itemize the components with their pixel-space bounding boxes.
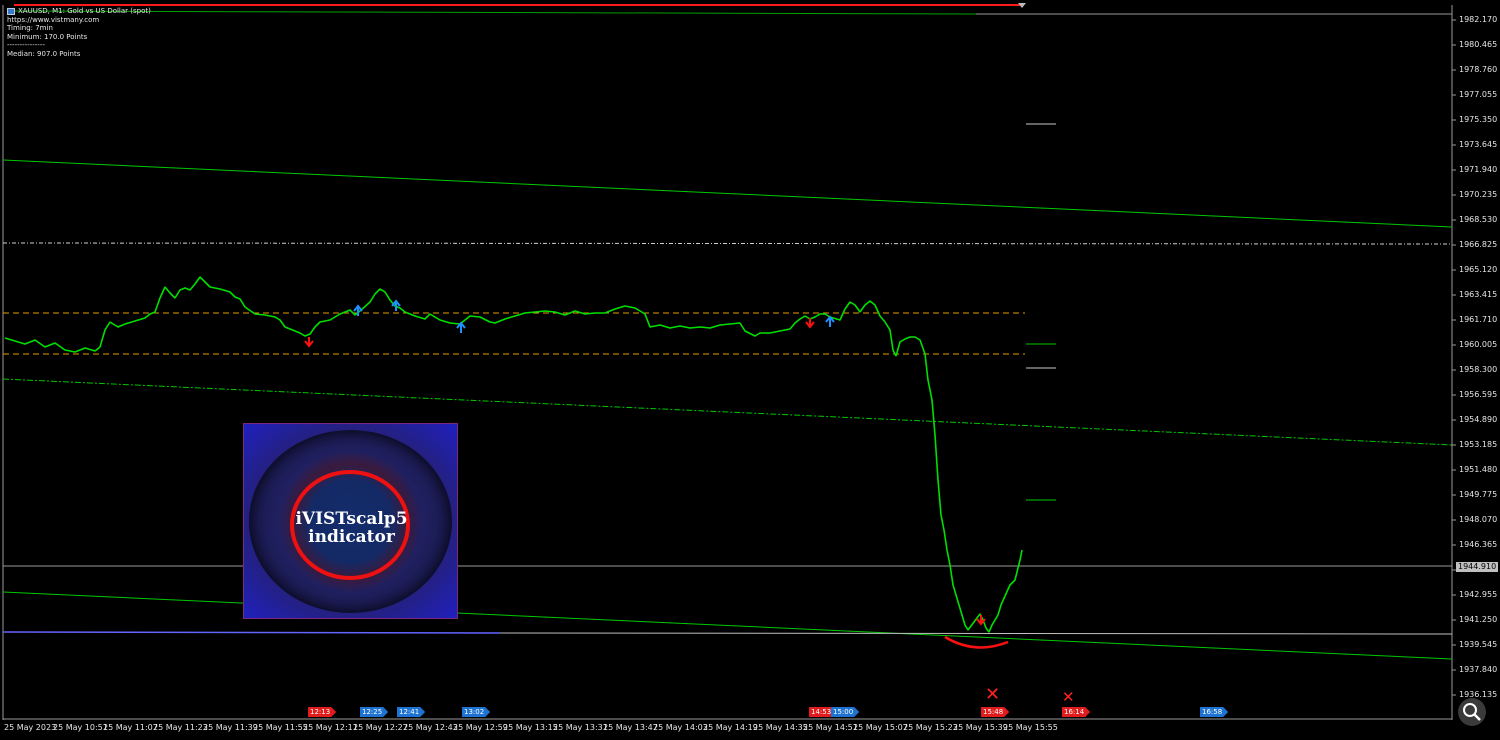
price-label: 1975.350 [1459, 115, 1498, 124]
price-label: 1961.710 [1459, 315, 1498, 324]
price-label: 1963.415 [1459, 290, 1498, 299]
time-label: 25 May 15:23 [903, 723, 958, 732]
price-label: 1970.235 [1459, 190, 1498, 199]
info-line: Median: 907.0 Points [7, 49, 81, 58]
info-line: https://www.vistmany.com [7, 15, 100, 24]
time-label: 25 May 11:55 [253, 723, 308, 732]
price-label: 1971.940 [1459, 165, 1498, 174]
price-label: 1980.465 [1459, 40, 1498, 49]
time-label: 25 May 12:27 [353, 723, 408, 732]
price-label: 1946.365 [1459, 540, 1498, 549]
price-series [4, 276, 1023, 633]
time-label: 25 May 11:23 [153, 723, 208, 732]
price-label: 1948.070 [1459, 515, 1498, 524]
zoom-button[interactable] [1458, 698, 1486, 726]
time-label: 25 May 14:03 [653, 723, 708, 732]
time-marker-buy[interactable]: 15:00 [831, 707, 859, 717]
sell-arrow [805, 318, 815, 329]
price-label: 1960.005 [1459, 340, 1498, 349]
price-label: 1949.775 [1459, 490, 1498, 499]
time-label: 25 May 10:51 [53, 723, 108, 732]
price-label: 1958.300 [1459, 365, 1498, 374]
time-marker-buy[interactable]: 12:41 [397, 707, 425, 717]
time-marker-sell[interactable]: 15:48 [981, 707, 1009, 717]
time-label: 25 May 15:55 [1003, 723, 1058, 732]
time-label: 25 May 2023 [4, 723, 57, 732]
chart-title: XAUUSD, M1: Gold vs US Dollar (spot) [18, 7, 151, 15]
info-line: Minimum: 170.0 Points [7, 32, 88, 41]
price-label: 1951.480 [1459, 465, 1498, 474]
sell-arrow [304, 337, 314, 348]
price-label: 1968.530 [1459, 215, 1498, 224]
price-label: 1965.120 [1459, 265, 1498, 274]
time-marker-sell[interactable]: 16:14 [1062, 707, 1090, 717]
time-label: 25 May 14:19 [703, 723, 758, 732]
price-label: 1954.890 [1459, 415, 1498, 424]
price-label: 1939.545 [1459, 640, 1498, 649]
time-marker-buy[interactable]: 16:58 [1200, 707, 1228, 717]
price-label: 1977.055 [1459, 90, 1498, 99]
price-label: 1941.250 [1459, 615, 1498, 624]
time-marker-buy[interactable]: 12:25 [360, 707, 388, 717]
price-axis-ticks [1452, 19, 1456, 696]
time-label: 25 May 12:59 [453, 723, 508, 732]
indicator-logo: iVISTscalp5 indicator [243, 423, 458, 619]
channel-upper [2, 159, 1453, 228]
time-label: 25 May 15:39 [953, 723, 1008, 732]
chart-window[interactable]: XAUUSD, M1: Gold vs US Dollar (spot) htt… [0, 0, 1500, 740]
time-label: 25 May 13:15 [503, 723, 558, 732]
channel-lower [2, 591, 1453, 660]
blue-support-line [2, 631, 501, 634]
time-label: 25 May 15:07 [853, 723, 908, 732]
top-green-line [13, 10, 977, 15]
price-label: 1937.840 [1459, 665, 1498, 674]
indicator-info: XAUUSD, M1: Gold vs US Dollar (spot) htt… [7, 7, 151, 58]
time-marker-sell[interactable]: 12:13 [308, 707, 336, 717]
time-label: 25 May 11:07 [103, 723, 158, 732]
gray-support-line [499, 632, 1453, 635]
time-label: 25 May 14:51 [803, 723, 858, 732]
channel-middle [2, 378, 1453, 446]
price-label: 1978.760 [1459, 65, 1498, 74]
x-mark-icon: ✕ [985, 684, 1001, 705]
time-label: 25 May 11:39 [203, 723, 258, 732]
price-plot[interactable] [0, 0, 1500, 740]
logo-subtitle: indicator [308, 527, 395, 547]
info-line: Timing: 7min [7, 24, 53, 32]
price-label: 1942.955 [1459, 590, 1498, 599]
magnifier-icon [1463, 703, 1481, 721]
price-label: 1982.170 [1459, 15, 1498, 24]
time-label: 25 May 12:43 [403, 723, 458, 732]
time-label: 25 May 13:47 [603, 723, 658, 732]
price-label: 1953.185 [1459, 440, 1498, 449]
price-label: 1973.645 [1459, 140, 1498, 149]
chart-symbol-icon [7, 7, 15, 15]
bottom-curve [944, 635, 1009, 649]
info-line: --------------- [7, 41, 45, 49]
price-label: 1956.595 [1459, 390, 1498, 399]
x-mark-icon: ✕ [1062, 688, 1075, 706]
current-price-tag: 1944.910 [1456, 562, 1499, 572]
time-label: 25 May 14:35 [753, 723, 808, 732]
time-label: 25 May 13:31 [553, 723, 608, 732]
buy-arrow [391, 299, 401, 311]
dotted-level [2, 242, 1453, 245]
price-label: 1966.825 [1459, 240, 1498, 249]
time-marker-buy[interactable]: 13:02 [462, 707, 490, 717]
time-label: 25 May 12:11 [303, 723, 358, 732]
